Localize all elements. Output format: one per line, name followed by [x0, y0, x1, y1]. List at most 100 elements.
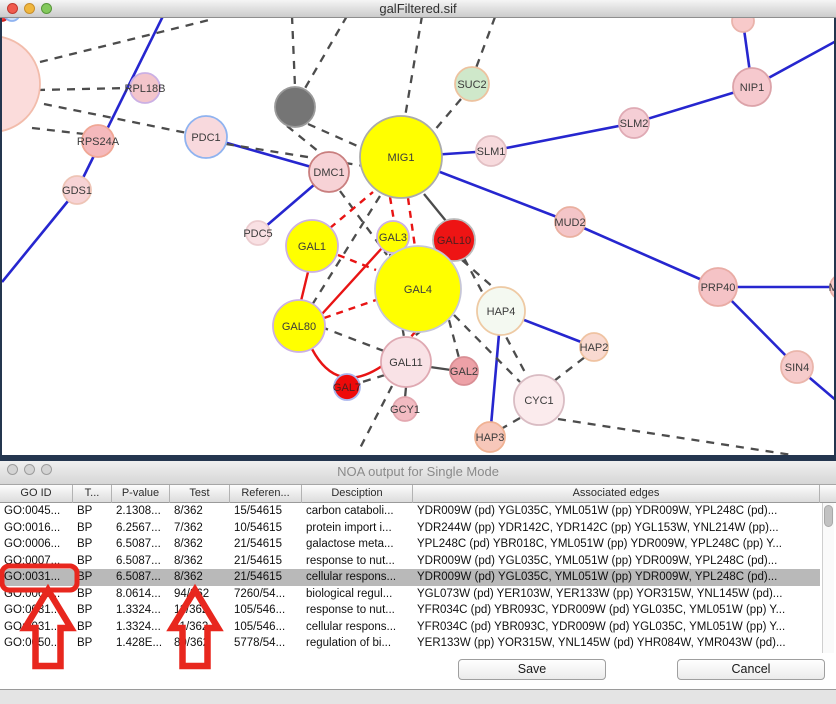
- table-cell: BP: [73, 619, 112, 636]
- graph-node-clip-top[interactable]: [732, 17, 754, 32]
- table-row[interactable]: GO:0006...BP6.5087...8/36221/54615galact…: [0, 536, 820, 553]
- column-header-go-id[interactable]: GO ID: [0, 485, 73, 503]
- screen: galFiltered.sif RPL18BRPS24AGDS1PDC1DMC1…: [0, 0, 836, 704]
- table-cell: 21/54615: [230, 536, 302, 553]
- table-cell: BP: [73, 553, 112, 570]
- table-cell: 105/546...: [230, 602, 302, 619]
- table-cell: 10/54615: [230, 520, 302, 537]
- table-cell: 80/362: [170, 635, 230, 652]
- table-cell: BP: [73, 635, 112, 652]
- graph-edge-dashed: [476, 17, 495, 68]
- table-cell: YFR034C (pd) YBR093C, YDR009W (pd) YGL03…: [413, 602, 820, 619]
- table-cell: 105/546...: [230, 619, 302, 636]
- table-cell: YFR034C (pd) YBR093C, YDR009W (pd) YGL03…: [413, 619, 820, 636]
- graph-node-label-GCY1: GCY1: [390, 404, 420, 416]
- vertical-scrollbar[interactable]: [822, 503, 834, 653]
- graph-node-label-MUD2: MUD2: [554, 217, 585, 229]
- graph-edge-dashed: [554, 357, 585, 381]
- table-cell: GO:0065...: [0, 586, 73, 603]
- column-header-test[interactable]: Test: [170, 485, 230, 503]
- graph-edge-dashed: [44, 104, 187, 133]
- table-cell: 8.0614...: [112, 586, 170, 603]
- graph-node-gray-node[interactable]: [275, 87, 315, 127]
- graph-edge-dashed: [434, 99, 461, 131]
- graph-node-label-HAP3: HAP3: [476, 432, 505, 444]
- table-cell: 6.5087...: [112, 569, 170, 586]
- cancel-button[interactable]: Cancel: [677, 659, 825, 680]
- table-cell: 8/362: [170, 553, 230, 570]
- table-row[interactable]: GO:0065...BP8.0614...94/3627260/54...bio…: [0, 586, 820, 603]
- scrollbar-thumb[interactable]: [824, 505, 833, 527]
- graph-edge-dashed: [287, 126, 324, 156]
- graph-edge-dashed: [449, 320, 459, 358]
- column-header-desciption[interactable]: Desciption: [302, 485, 413, 503]
- graph-node-label-RPS24A: RPS24A: [77, 136, 120, 148]
- table-cell: 6.5087...: [112, 553, 170, 570]
- table-cell: 6.2567...: [112, 520, 170, 537]
- column-header-referen-[interactable]: Referen...: [230, 485, 302, 503]
- graph-node-label-GAL11: GAL11: [389, 357, 422, 369]
- table-cell: cellular respons...: [302, 569, 413, 586]
- table-cell: 1.3324...: [112, 602, 170, 619]
- table-cell: BP: [73, 503, 112, 520]
- graph-node-label-SIN4: SIN4: [785, 362, 809, 374]
- table-cell: GO:0007...: [0, 553, 73, 570]
- column-header-t-[interactable]: T...: [73, 485, 112, 503]
- graph-node-label-GAL7: GAL7: [333, 382, 361, 394]
- network-graph: RPL18BRPS24AGDS1PDC1DMC1MIG1SUC2SLM1SLM2…: [2, 17, 836, 455]
- noa-window-titlebar[interactable]: NOA output for Single Mode: [0, 461, 836, 485]
- graph-edge-dashed: [292, 17, 295, 87]
- graph-edge-pp: [570, 222, 718, 287]
- table-cell: YER133W (pp) YOR315W, YNL145W (pd) YHR08…: [413, 635, 820, 652]
- table-cell: 8/362: [170, 536, 230, 553]
- table-row[interactable]: GO:0007...BP6.5087...8/36221/54615respon…: [0, 553, 820, 570]
- table-cell: regulation of bi...: [302, 635, 413, 652]
- table-row[interactable]: GO:0031...BP1.3324...11/362105/546...cel…: [0, 619, 820, 636]
- graph-node-label-PRP40: PRP40: [701, 282, 736, 294]
- graph-node-label-SUC2: SUC2: [457, 79, 486, 91]
- table-header-row: GO IDT...P-valueTestReferen...Desciption…: [0, 485, 836, 503]
- table-cell: BP: [73, 569, 112, 586]
- network-window-titlebar[interactable]: galFiltered.sif: [0, 0, 836, 18]
- table-cell: 2.1308...: [112, 503, 170, 520]
- table-row[interactable]: GO:0031...BP6.5087...8/36221/54615cellul…: [0, 569, 820, 586]
- graph-edge-red: [301, 272, 308, 301]
- table-cell: YDR009W (pd) YGL035C, YML051W (pp) YDR00…: [413, 569, 820, 586]
- graph-edge-pp: [2, 190, 77, 282]
- table-body: GO:0045...BP2.1308...8/36215/54615carbon…: [0, 503, 820, 652]
- table-cell: 11/362: [170, 619, 230, 636]
- window-title: NOA output for Single Mode: [0, 464, 836, 479]
- graph-node-label-SLM1: SLM1: [477, 146, 506, 158]
- save-button[interactable]: Save: [458, 659, 606, 680]
- table-cell: response to nut...: [302, 553, 413, 570]
- table-cell: GO:0031...: [0, 569, 73, 586]
- table-cell: 94/362: [170, 586, 230, 603]
- table-row[interactable]: GO:0050...BP1.428E...80/3625778/54...reg…: [0, 635, 820, 652]
- table-cell: 6.5087...: [112, 536, 170, 553]
- table-row[interactable]: GO:0016...BP6.2567...7/36210/54615protei…: [0, 520, 820, 537]
- column-header-associated-edges[interactable]: Associated edges: [413, 485, 820, 503]
- graph-node-label-GDS1: GDS1: [62, 185, 92, 197]
- graph-edge-dashed: [40, 20, 209, 62]
- graph-edge-dashed: [308, 124, 364, 149]
- graph-edge-dashed: [358, 386, 392, 452]
- table-cell: YGL073W (pd) YER103W, YER133W (pp) YOR31…: [413, 586, 820, 603]
- graph-node-label-NIP1: NIP1: [740, 82, 764, 94]
- table-cell: 7260/54...: [230, 586, 302, 603]
- table-cell: BP: [73, 602, 112, 619]
- table-cell: GO:0016...: [0, 520, 73, 537]
- graph-edge-dashed: [324, 328, 384, 351]
- graph-node-label-MSL1: MSL1: [829, 282, 836, 294]
- noa-output-window: NOA output for Single Mode GO IDT...P-va…: [0, 461, 836, 704]
- window-title: galFiltered.sif: [0, 1, 836, 16]
- table-cell: biological regul...: [302, 586, 413, 603]
- table-row[interactable]: GO:0031...BP1.3324...11/362105/546...res…: [0, 602, 820, 619]
- graph-edge-solid: [424, 194, 446, 221]
- column-header-p-value[interactable]: P-value: [112, 485, 170, 503]
- table-cell: galactose meta...: [302, 536, 413, 553]
- table-cell: 21/54615: [230, 569, 302, 586]
- graph-node-big-left[interactable]: [2, 36, 40, 132]
- graph-edge-pp: [491, 123, 634, 151]
- table-row[interactable]: GO:0045...BP2.1308...8/36215/54615carbon…: [0, 503, 820, 520]
- network-canvas[interactable]: RPL18BRPS24AGDS1PDC1DMC1MIG1SUC2SLM1SLM2…: [0, 17, 836, 455]
